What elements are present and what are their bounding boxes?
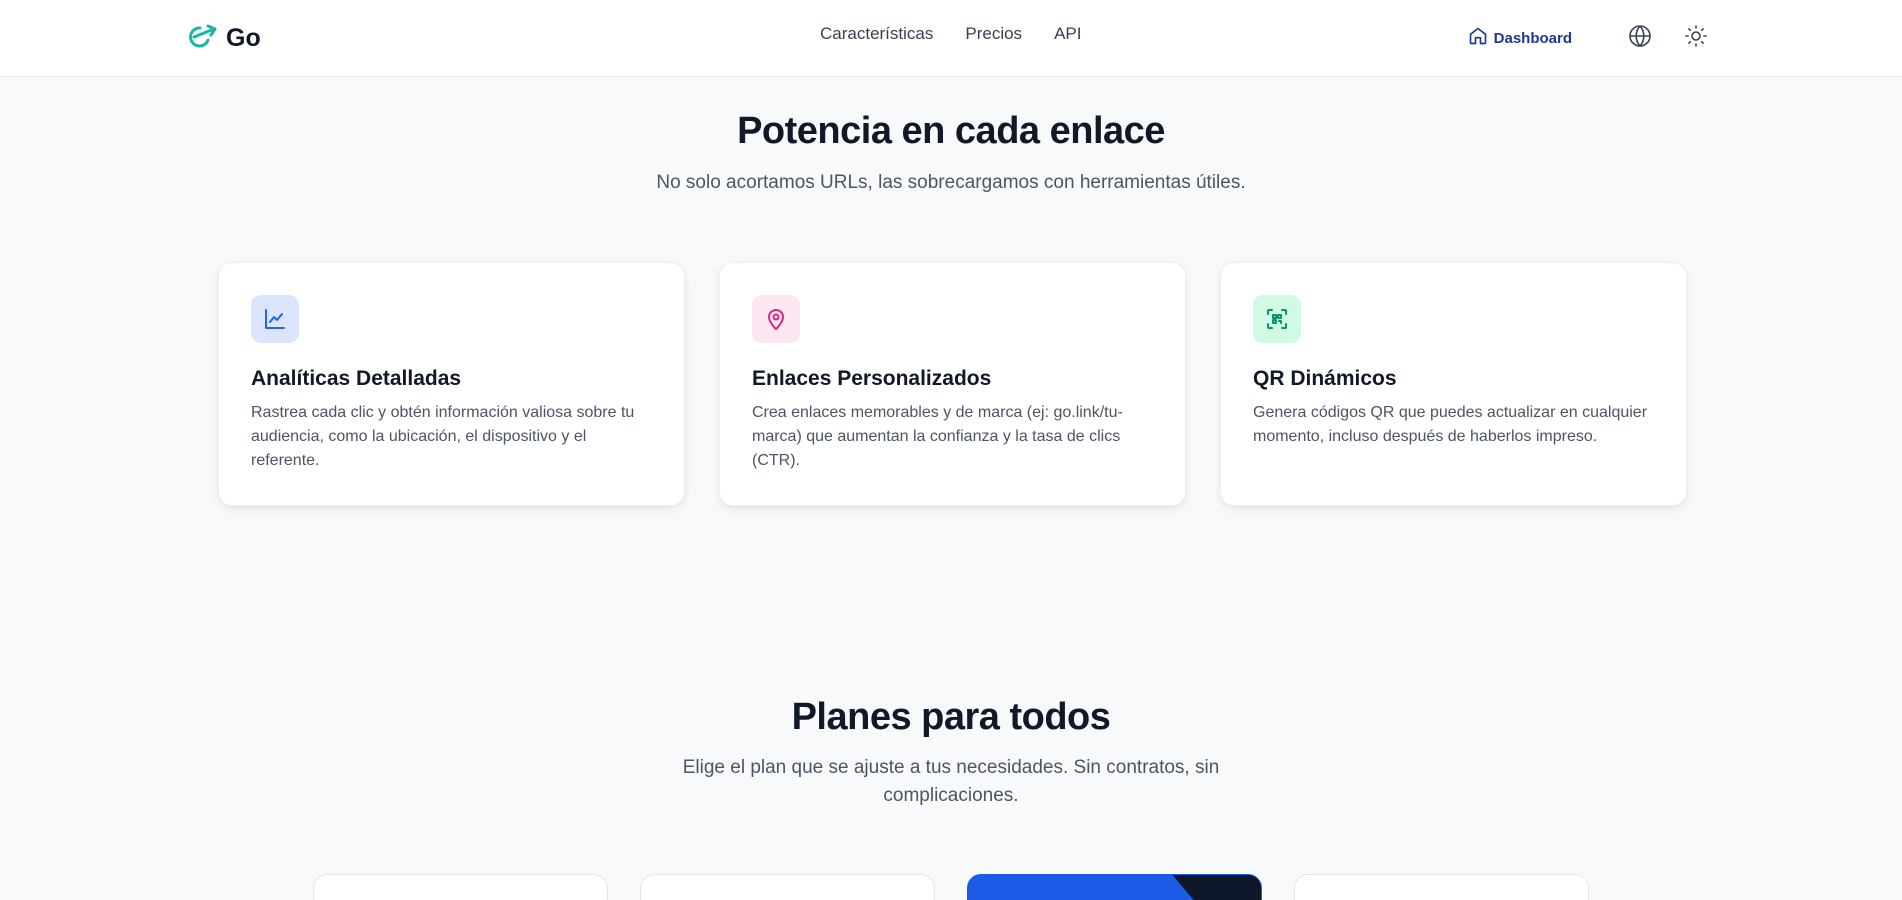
features-subtitle: No solo acortamos URLs, las sobrecargamo… (656, 172, 1246, 193)
feature-card-analytics: Analíticas Detalladas Rastrea cada clic … (218, 262, 685, 506)
main-nav: Características Precios API (820, 24, 1081, 44)
top-navbar: Go Características Precios API Dashboard (0, 0, 1902, 77)
plan-card (640, 874, 935, 900)
logo[interactable]: Go (184, 20, 261, 57)
nav-link-caracteristicas[interactable]: Características (820, 24, 933, 44)
header-actions: Dashboard (1462, 20, 1714, 56)
map-pin-icon (752, 295, 800, 343)
qr-scan-icon (1253, 295, 1301, 343)
theme-toggle-button[interactable] (1678, 20, 1714, 56)
plans-title: Planes para todos (791, 696, 1111, 738)
feature-card-text: Crea enlaces memorables y de marca (ej: … (752, 404, 1123, 469)
language-button[interactable] (1622, 20, 1658, 56)
features-title: Potencia en cada enlace (737, 110, 1165, 152)
nav-link-precios[interactable]: Precios (965, 24, 1022, 44)
feature-cards: Analíticas Detalladas Rastrea cada clic … (218, 262, 1687, 506)
plan-card (313, 874, 608, 900)
feature-card-text: Rastrea cada clic y obtén información va… (251, 404, 635, 469)
logo-icon (184, 20, 220, 57)
nav-link-api[interactable]: API (1054, 24, 1081, 44)
logo-text: Go (226, 24, 261, 52)
plans-subtitle: Elige el plan que se ajuste a tus necesi… (682, 757, 1220, 806)
plan-cards (313, 874, 1589, 900)
dashboard-label: Dashboard (1493, 29, 1572, 47)
feature-card-title: Enlaces Personalizados (752, 367, 992, 390)
feature-card-qr: QR Dinámicos Genera códigos QR que puede… (1220, 262, 1687, 506)
line-chart-icon (251, 295, 299, 343)
plan-card (1294, 874, 1589, 900)
featured-ribbon (1147, 875, 1261, 900)
sun-icon (1684, 24, 1708, 53)
home-icon (1468, 26, 1488, 50)
feature-card-text: Genera códigos QR que puedes actualizar … (1253, 404, 1648, 445)
feature-card-title: QR Dinámicos (1253, 367, 1397, 390)
feature-card-custom-links: Enlaces Personalizados Crea enlaces memo… (719, 262, 1186, 506)
feature-card-title: Analíticas Detalladas (251, 367, 462, 390)
globe-icon (1628, 24, 1652, 53)
dashboard-button[interactable]: Dashboard (1462, 20, 1578, 56)
plan-card-featured (967, 874, 1262, 900)
